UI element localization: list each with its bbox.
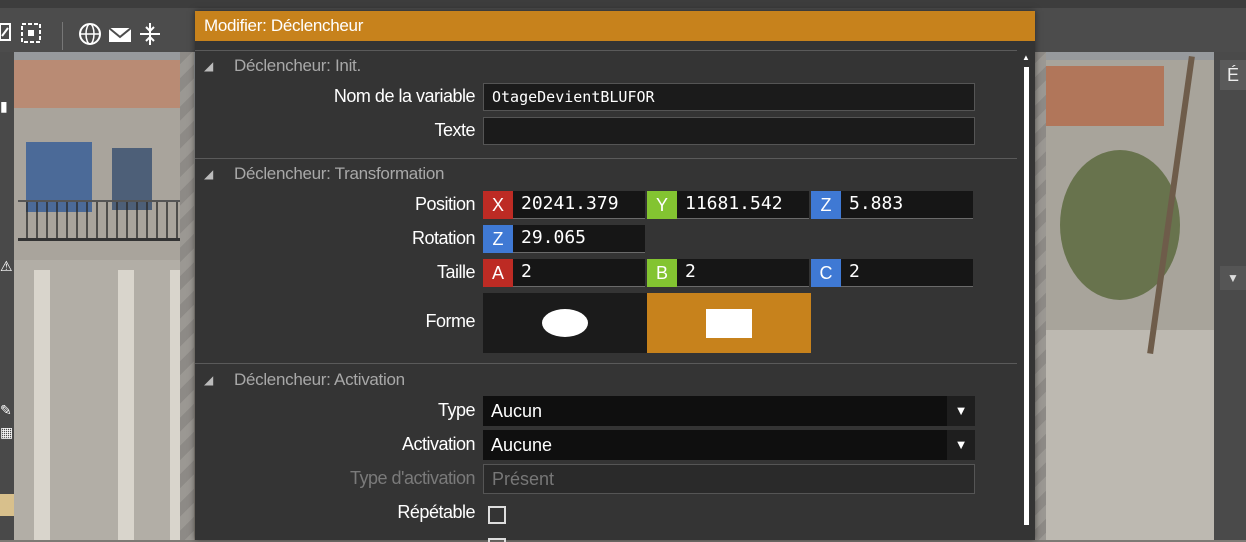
shape-ellipse-button[interactable] (483, 293, 647, 353)
text-input[interactable] (483, 117, 975, 145)
left-badge[interactable] (0, 494, 14, 516)
unit-icon[interactable]: ✎ (0, 402, 12, 419)
position-y-tag: Y (647, 191, 677, 219)
position-label: Position (414, 194, 476, 214)
activation-label: Activation (401, 434, 476, 454)
roof-left (14, 60, 194, 108)
rotation-z-tag: Z (483, 225, 513, 253)
left-panel: ▮ ⚠ ✎ ▦ (0, 52, 14, 540)
section-divider (195, 158, 1017, 159)
size-c-input[interactable]: 2 (841, 259, 973, 287)
collapse-triangle-icon[interactable]: ◢ (204, 373, 213, 387)
section-init-header[interactable]: ◢ Déclencheur: Init. (195, 52, 1017, 82)
dialog-scrollbar[interactable]: ▲ (1021, 51, 1031, 540)
section-init-title: Déclencheur: Init. (234, 56, 361, 75)
shape-rectangle-button[interactable] (647, 293, 811, 353)
trigger-area-edge (180, 50, 194, 540)
trigger-area-edge (1034, 50, 1046, 540)
column (34, 270, 50, 540)
layers-icon[interactable]: ▮ (0, 98, 8, 115)
size-b-input[interactable]: 2 (677, 259, 809, 287)
position-x-input[interactable]: 20241.379 (513, 191, 645, 219)
section-divider (195, 363, 1017, 364)
transform-icon[interactable] (0, 22, 12, 47)
position-y-input[interactable]: 11681.542 (677, 191, 809, 219)
collapse-triangle-icon[interactable]: ◢ (204, 59, 213, 73)
repeatable-label: Répétable (397, 502, 475, 522)
section-transform-header[interactable]: ◢ Déclencheur: Transformation (195, 160, 1017, 190)
variable-name-input[interactable]: OtageDevientBLUFOR (483, 83, 975, 111)
shape-label: Forme (425, 311, 475, 331)
menu-bar (0, 0, 1246, 8)
type-select[interactable]: Aucun ▼ (483, 396, 975, 426)
section-divider (195, 50, 1017, 51)
text-label: Texte (434, 120, 475, 140)
dialog-title[interactable]: Modifier: Déclencheur (195, 11, 1035, 41)
scroll-up-icon[interactable]: ▲ (1022, 53, 1030, 62)
repeatable-checkbox[interactable] (488, 506, 506, 524)
rectangle-icon (706, 309, 752, 338)
snap-icon[interactable] (138, 22, 162, 51)
rotation-z-input[interactable]: 29.065 (513, 225, 645, 253)
marker-icon[interactable]: ⚠ (0, 258, 13, 275)
chevron-down-icon[interactable]: ▼ (947, 430, 975, 460)
next-checkbox[interactable] (488, 538, 506, 542)
size-b-tag: B (647, 259, 677, 287)
right-panel-tab[interactable]: É (1220, 60, 1246, 90)
size-a-input[interactable]: 2 (513, 259, 645, 287)
variable-name-label: Nom de la variable (333, 86, 476, 106)
section-activation-header[interactable]: ◢ Déclencheur: Activation (195, 366, 1017, 396)
type-label: Type (437, 400, 476, 420)
grid-icon[interactable]: ▦ (0, 424, 13, 441)
size-c-tag: C (811, 259, 841, 287)
chevron-down-icon[interactable]: ▼ (947, 396, 975, 426)
activation-select[interactable]: Aucune ▼ (483, 430, 975, 460)
mail-icon[interactable] (108, 22, 132, 51)
roof-right (1034, 66, 1164, 126)
select-area-icon[interactable] (20, 22, 42, 49)
activation-select-value: Aucune (491, 435, 553, 455)
globe-icon[interactable] (78, 22, 102, 51)
position-x-tag: X (483, 191, 513, 219)
column (118, 270, 134, 540)
position-z-tag: Z (811, 191, 841, 219)
scroll-thumb[interactable] (1024, 67, 1029, 525)
size-label: Taille (436, 262, 476, 282)
trigger-edit-dialog: Modifier: Déclencheur ◢ Déclencheur: Ini… (195, 11, 1035, 542)
collapse-triangle-icon[interactable]: ◢ (204, 167, 213, 181)
ellipse-icon (542, 309, 588, 337)
dropdown-arrow-icon[interactable]: ▼ (1220, 266, 1246, 290)
position-z-input[interactable]: 5.883 (841, 191, 973, 219)
section-activation-title: Déclencheur: Activation (234, 370, 405, 389)
dialog-content: ◢ Déclencheur: Init. Nom de la variable … (195, 41, 1017, 542)
activation-type-field: Présent (483, 464, 975, 494)
wall-right (1034, 330, 1214, 540)
section-transform-title: Déclencheur: Transformation (234, 164, 445, 183)
rotation-label: Rotation (411, 228, 476, 248)
activation-type-label: Type d'activation (349, 468, 476, 488)
balcony-railing (18, 200, 194, 241)
toolbar-separator (62, 22, 63, 50)
size-a-tag: A (483, 259, 513, 287)
type-select-value: Aucun (491, 401, 543, 421)
right-panel: É ▼ (1214, 52, 1246, 540)
